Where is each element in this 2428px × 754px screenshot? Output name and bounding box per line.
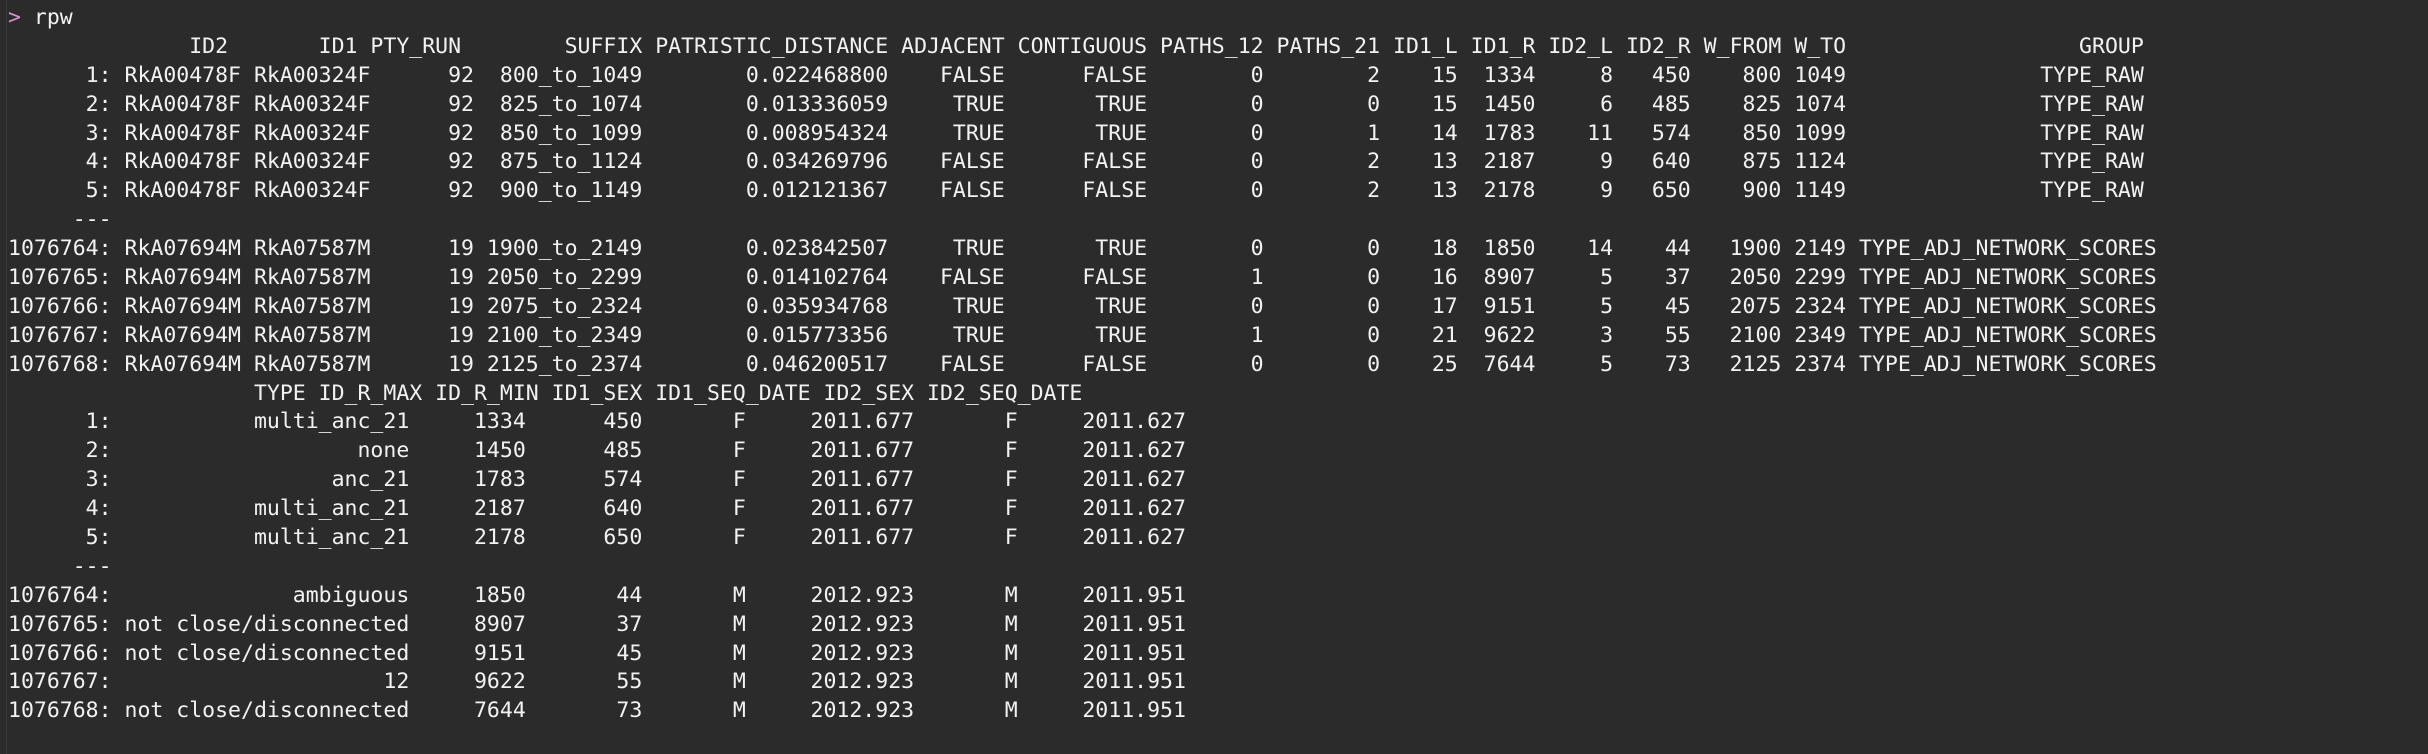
table-row: 5: RkA00478F RkA00324F 92 900_to_1149 0.… [8,178,2144,204]
table-row: 1: multi_anc_21 1334 450 F 2011.677 F 20… [8,409,1186,435]
table-row: 1076768: RkA07694M RkA07587M 19 2125_to_… [8,351,2157,377]
table-cont-header: TYPE ID_R_MAX ID_R_MIN ID1_SEX ID1_SEQ_D… [8,380,1083,406]
table-row: 1076764: ambiguous 1850 44 M 2012.923 M … [8,582,1186,608]
table-ellipsis-separator: --- [8,207,112,233]
table-row: 3: RkA00478F RkA00324F 92 850_to_1099 0.… [8,120,2144,146]
terminal-console[interactable]: > rpw ID2 ID1 PTY_RUN SUFFIX PATRISTIC_D… [0,0,2428,754]
table-row: 1076766: not close/disconnected 9151 45 … [8,640,1186,666]
table-row: 3: anc_21 1783 574 F 2011.677 F 2011.627 [8,467,1186,493]
table-row: 1: RkA00478F RkA00324F 92 800_to_1049 0.… [8,62,2144,88]
table-row: 4: RkA00478F RkA00324F 92 875_to_1124 0.… [8,149,2144,175]
prompt-symbol: > [8,5,21,30]
table-row: 4: multi_anc_21 2187 640 F 2011.677 F 20… [8,496,1186,522]
command-text [21,5,34,30]
table-main-header: ID2 ID1 PTY_RUN SUFFIX PATRISTIC_DISTANC… [8,33,2144,59]
table-ellipsis-separator: --- [8,553,112,579]
table-row: 1076765: RkA07694M RkA07587M 19 2050_to_… [8,265,2157,291]
table-row: 1076767: 12 9622 55 M 2012.923 M 2011.95… [8,669,1186,695]
table-row: 2: none 1450 485 F 2011.677 F 2011.627 [8,438,1186,464]
table-row: 2: RkA00478F RkA00324F 92 825_to_1074 0.… [8,91,2144,117]
window-left-gutter [0,0,7,754]
command-rpw: rpw [33,5,73,30]
table-row: 1076764: RkA07694M RkA07587M 19 1900_to_… [8,236,2157,262]
table-row: 1076765: not close/disconnected 8907 37 … [8,611,1186,637]
table-row: 1076768: not close/disconnected 7644 73 … [8,698,1186,724]
table-row: 1076767: RkA07694M RkA07587M 19 2100_to_… [8,322,2157,348]
table-row: 1076766: RkA07694M RkA07587M 19 2075_to_… [8,293,2157,319]
prompt-line: > rpw [8,4,2428,33]
table-row: 5: multi_anc_21 2178 650 F 2011.677 F 20… [8,525,1186,551]
